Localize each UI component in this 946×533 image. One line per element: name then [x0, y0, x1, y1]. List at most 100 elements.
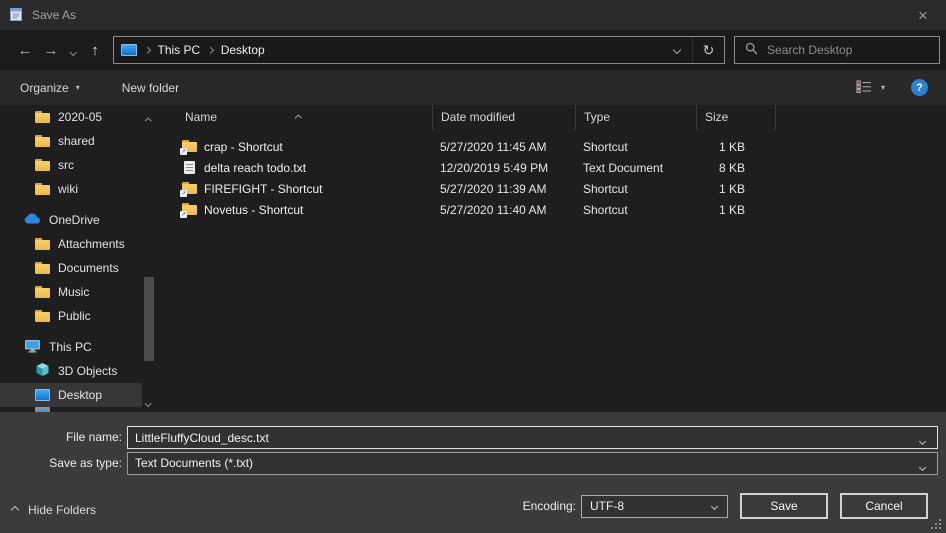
chevron-up-icon	[11, 506, 19, 514]
save-as-dialog: Save As × ← → ↑ This PC Desktop ↻ Searc	[0, 0, 946, 533]
folder-shortcut-icon: ↗	[182, 182, 197, 195]
column-header-date-modified[interactable]: Date modified	[432, 105, 575, 130]
sidebar-item-attachments[interactable]: Attachments	[0, 232, 142, 256]
chevron-down-icon	[673, 46, 681, 54]
save-panel: File name: Save as type: Text Documents …	[0, 412, 946, 533]
file-date-cell: 5/27/2020 11:40 AM	[432, 203, 575, 217]
3d-objects-icon	[35, 362, 50, 380]
file-row[interactable]: delta reach todo.txt12/20/2019 5:49 PMTe…	[160, 157, 946, 178]
folder-shortcut-icon: ↗	[182, 203, 197, 216]
sidebar-scrollbar-thumb[interactable]	[144, 277, 154, 361]
navigation-bar: ← → ↑ This PC Desktop ↻ Search Desktop	[0, 30, 946, 70]
close-button[interactable]: ×	[900, 0, 946, 30]
shortcut-arrow-icon: ↗	[180, 211, 187, 218]
back-icon: ←	[18, 42, 33, 59]
file-date-cell: 12/20/2019 5:49 PM	[432, 161, 575, 175]
breadcrumb-separator-icon	[145, 48, 150, 53]
folder-icon	[35, 135, 50, 148]
sidebar-item-this-pc[interactable]: This PC	[0, 335, 142, 359]
column-header-size[interactable]: Size	[696, 105, 775, 130]
file-row[interactable]: ↗Novetus - Shortcut5/27/2020 11:40 AMSho…	[160, 199, 946, 220]
file-name: FIREFIGHT - Shortcut	[204, 182, 322, 196]
search-icon	[745, 42, 758, 58]
file-name: delta reach todo.txt	[204, 161, 306, 175]
window-title: Save As	[32, 8, 76, 22]
cancel-button[interactable]: Cancel	[840, 493, 928, 519]
file-type-cell: Shortcut	[575, 203, 696, 217]
file-list: Name Date modified Type Size ↗crap - Sho…	[160, 105, 946, 412]
chevron-down-icon[interactable]	[920, 459, 925, 473]
file-name-input[interactable]	[127, 426, 938, 449]
save-as-type-value: Text Documents (*.txt)	[135, 456, 253, 470]
sidebar-item-label: src	[58, 158, 74, 172]
help-button[interactable]: ?	[911, 79, 928, 96]
close-icon: ×	[918, 7, 928, 24]
sidebar-item-label: This PC	[49, 340, 92, 354]
sidebar-item-src[interactable]: src	[0, 153, 142, 177]
search-placeholder: Search Desktop	[767, 43, 852, 57]
folder-icon	[35, 286, 50, 299]
file-row[interactable]: ↗crap - Shortcut5/27/2020 11:45 AMShortc…	[160, 136, 946, 157]
sidebar-scroll-up[interactable]	[146, 112, 151, 126]
sidebar-item-label: Music	[58, 285, 89, 299]
sidebar-item-3d-objects[interactable]: 3D Objects	[0, 359, 142, 383]
forward-button[interactable]: →	[38, 42, 64, 59]
file-row[interactable]: ↗FIREFIGHT - Shortcut5/27/2020 11:39 AMS…	[160, 178, 946, 199]
sidebar-item-2020-05[interactable]: 2020-05	[0, 105, 142, 129]
forward-icon: →	[44, 42, 59, 59]
file-name-cell: ↗ FIREFIGHT - Shortcut	[160, 182, 432, 196]
file-size-cell: 8 KB	[696, 161, 775, 175]
address-bar[interactable]: This PC Desktop ↻	[113, 36, 725, 64]
file-size-cell: 1 KB	[696, 203, 775, 217]
recent-locations-button[interactable]	[64, 42, 82, 59]
file-name-cell: ↗crap - Shortcut	[160, 140, 432, 154]
file-browser: 2020-05 shared src wiki OneDriveAttachments D…	[0, 105, 946, 412]
file-name-label: File name:	[0, 426, 122, 449]
save-button[interactable]: Save	[740, 493, 828, 519]
encoding-select[interactable]: UTF-8	[581, 495, 728, 518]
change-view-button[interactable]: ▾	[856, 80, 885, 96]
sidebar-item-desktop[interactable]: Desktop	[0, 383, 142, 407]
refresh-icon: ↻	[703, 42, 715, 59]
title-bar[interactable]: Save As ×	[0, 0, 946, 30]
file-name-cell: delta reach todo.txt	[160, 161, 432, 175]
breadcrumb-this-pc[interactable]: This PC	[150, 43, 209, 57]
desktop-icon	[35, 389, 50, 401]
sidebar-item-label: 2020-05	[58, 110, 102, 124]
folder-icon	[35, 310, 50, 323]
refresh-button[interactable]: ↻	[692, 37, 724, 63]
chevron-down-icon[interactable]	[920, 433, 925, 447]
file-type-cell: Shortcut	[575, 182, 696, 196]
breadcrumb-desktop[interactable]: Desktop	[213, 43, 273, 57]
sidebar-items: 2020-05 shared src wiki OneDriveAttachments D…	[0, 105, 142, 407]
this-pc-icon	[24, 339, 41, 356]
search-box[interactable]: Search Desktop	[734, 36, 940, 64]
address-dropdown-button[interactable]	[662, 37, 692, 63]
sidebar-scroll-down[interactable]	[146, 394, 151, 408]
chevron-down-icon	[70, 49, 76, 55]
column-header-type[interactable]: Type	[575, 105, 696, 130]
sidebar-item-music[interactable]: Music	[0, 280, 142, 304]
sidebar-item-documents[interactable]: Documents	[0, 256, 142, 280]
hide-folders-button[interactable]: Hide Folders	[12, 500, 96, 520]
folder-shortcut-icon: ↗	[182, 140, 197, 153]
sidebar-item-label: Documents	[58, 261, 119, 275]
sidebar-item-public[interactable]: Public	[0, 304, 142, 328]
file-rows: ↗crap - Shortcut5/27/2020 11:45 AMShortc…	[160, 136, 946, 220]
sidebar-item-label: 3D Objects	[58, 364, 117, 378]
cancel-button-label: Cancel	[865, 499, 902, 513]
organize-button[interactable]: Organize ▾	[10, 81, 90, 95]
sidebar-item-onedrive[interactable]: OneDrive	[0, 208, 142, 232]
sidebar-item-wiki[interactable]: wiki	[0, 177, 142, 201]
new-folder-button[interactable]: New folder	[112, 81, 189, 95]
file-size-cell: 1 KB	[696, 182, 775, 196]
hide-folders-label: Hide Folders	[28, 503, 96, 517]
resize-grip[interactable]	[931, 519, 942, 530]
details-view-icon	[856, 80, 872, 96]
sidebar-item-label: Desktop	[58, 388, 102, 402]
up-button[interactable]: ↑	[82, 42, 108, 59]
save-as-type-select[interactable]: Text Documents (*.txt)	[127, 452, 938, 475]
back-button[interactable]: ←	[12, 42, 38, 59]
sidebar-item-shared[interactable]: shared	[0, 129, 142, 153]
folder-icon	[35, 238, 50, 251]
